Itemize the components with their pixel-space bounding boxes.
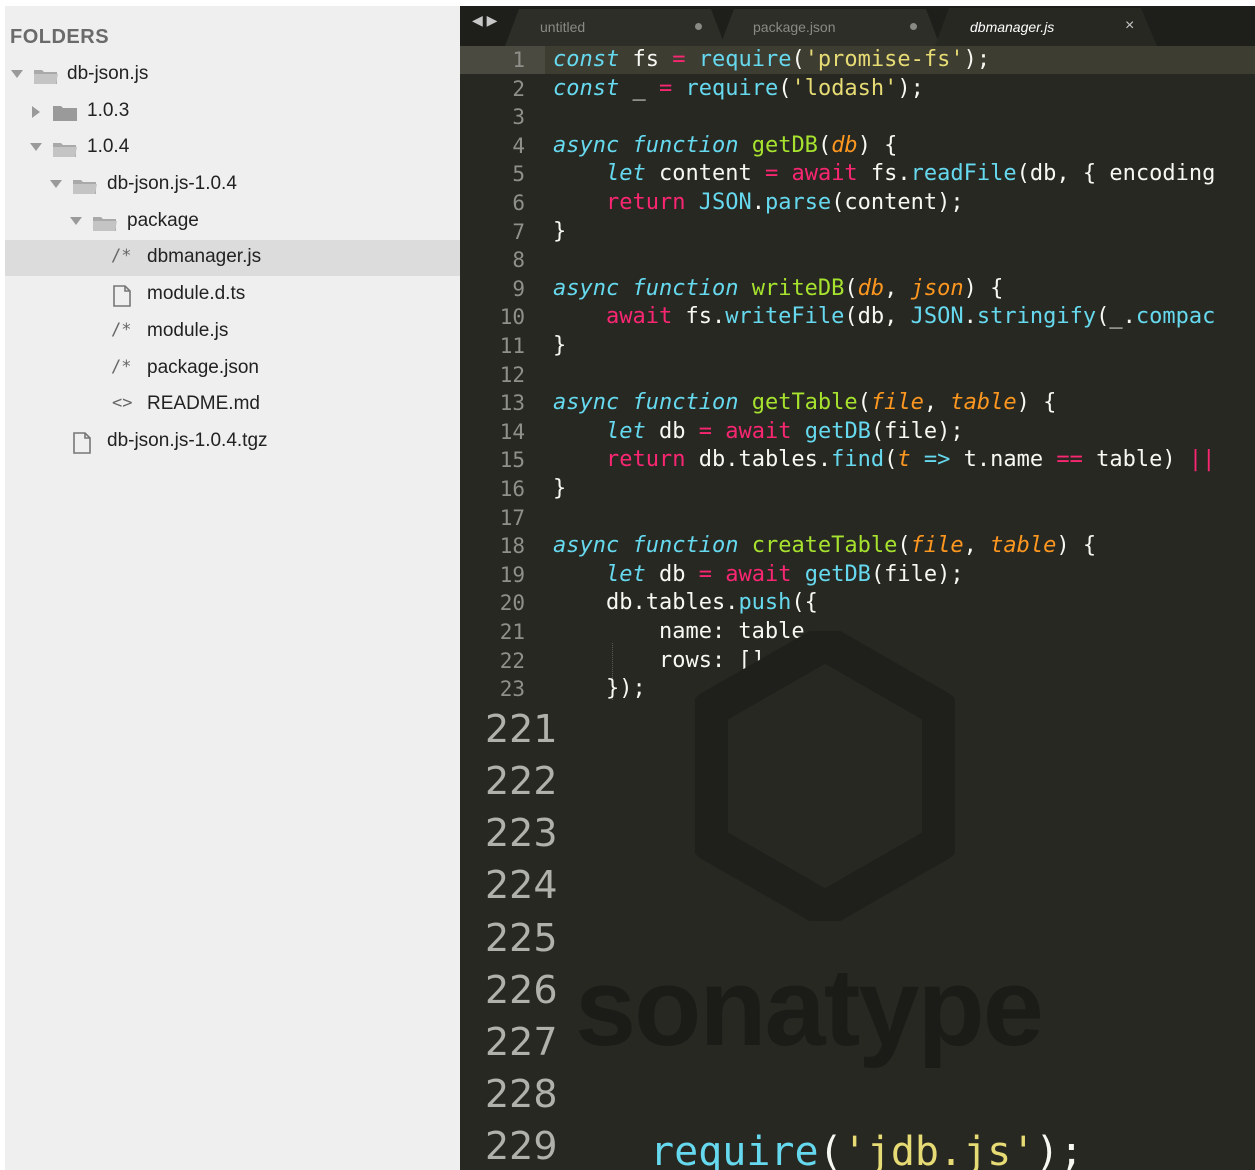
sidebar-title: FOLDERS (10, 26, 110, 48)
tab-label: dbmanager.js (970, 19, 1055, 35)
tree-item-db-json-1-0-4[interactable]: db-json.js-1.0.4 (5, 167, 460, 203)
code-line: 18 async function createTable(file, table… (499, 533, 1097, 559)
editor-pane[interactable]: ◀ ▶ untitled package.json dbmanager.js × (460, 6, 1255, 1170)
file-icon (73, 432, 91, 454)
code-line-large: 225 (485, 916, 558, 960)
code-line: 8 (512, 248, 525, 273)
comment-glyph-icon: /* (111, 357, 132, 377)
tree-item-1-0-3[interactable]: 1.0.3 (5, 94, 460, 130)
tree-item-label: module.d.ts (147, 283, 246, 304)
code-line: 6 return JSON.parse(content); (512, 190, 964, 215)
tab-label: package.json (753, 19, 836, 35)
tab-dbmanager[interactable]: dbmanager.js × (935, 6, 1175, 46)
code-line-large: 221 (485, 707, 558, 751)
tree-item-label: 1.0.3 (87, 100, 130, 121)
code-line: 3 (512, 105, 525, 130)
code-line: 19 let db = await getDB(file); (499, 561, 964, 587)
tree-item-label: db-json.js (67, 63, 149, 84)
code-area[interactable]: 1 const fs = require('promise-fs'); 2 cons… (460, 46, 1255, 1170)
tree-item-module-d-ts[interactable]: module.d.ts (5, 277, 460, 313)
expand-arrow-icon[interactable] (30, 143, 42, 151)
tree-item-db-json[interactable]: db-json.js (5, 57, 460, 93)
tab-untitled[interactable]: untitled (505, 6, 745, 46)
code-line: 9 async function writeDB(db, json) { (512, 275, 1004, 301)
require-statement: require('jdb.js'); (650, 1129, 1084, 1170)
code-line-large: 224 (485, 863, 558, 907)
tree-item-label: db-json.js-1.0.4.tgz (107, 430, 268, 451)
folder-open-icon (73, 180, 97, 194)
code-line: 13 async function getTable(file, table) { (499, 390, 1057, 416)
code-line-large: 222 (485, 759, 558, 803)
code-line-large: 226 (485, 968, 558, 1012)
close-tab-icon[interactable]: × (1125, 17, 1134, 35)
code-line-large: 223 (485, 811, 558, 855)
code-line: 11} (499, 333, 567, 358)
tab-nav-arrows-icon[interactable]: ◀ ▶ (472, 12, 497, 29)
code-line: 4 async function getDB(db) { (512, 132, 898, 158)
tree-item-label: package.json (147, 357, 259, 378)
code-line: 12 (499, 362, 525, 387)
tree-item-tgz[interactable]: db-json.js-1.0.4.tgz (5, 424, 460, 460)
expand-arrow-icon[interactable] (50, 180, 62, 188)
tree-item-package-json[interactable]: /* package.json (5, 351, 460, 387)
tree-item-package[interactable]: package (5, 204, 460, 240)
comment-glyph-icon: /* (111, 320, 132, 340)
tree-item-label: module.js (147, 320, 229, 341)
folder-closed-icon (53, 106, 77, 121)
comment-glyph-icon: /* (111, 246, 132, 266)
tree-item-label: 1.0.4 (87, 136, 130, 157)
tab-package-json[interactable]: package.json (720, 6, 960, 46)
tree-item-label: README.md (147, 393, 260, 414)
code-line: 7} (512, 218, 567, 244)
file-icon (113, 285, 131, 307)
tree-item-1-0-4[interactable]: 1.0.4 (5, 130, 460, 166)
code-line: 1 const fs = require('promise-fs'); (512, 47, 991, 72)
tab-label: untitled (540, 19, 586, 35)
sidebar: FOLDERS db-json.js 1.0.3 1.0.4 db-json.j… (5, 6, 460, 1170)
code-line: 2 const _ = require('lodash'); (512, 75, 924, 101)
tree-item-dbmanager[interactable]: /* dbmanager.js (5, 240, 460, 276)
collapse-arrow-icon[interactable] (32, 106, 40, 118)
folder-open-icon (93, 217, 117, 231)
code-line: 16} (499, 476, 567, 501)
modified-dot-icon (910, 23, 917, 30)
modified-dot-icon (695, 23, 702, 30)
tree-item-label: dbmanager.js (147, 246, 262, 267)
code-line: 5 let content = await fs.readFile(db, { … (512, 161, 1216, 187)
code-line: 14 let db = await getDB(file); (499, 418, 964, 444)
expand-arrow-icon[interactable] (11, 70, 23, 78)
code-line-large: 228 (485, 1072, 558, 1116)
expand-arrow-icon[interactable] (70, 217, 82, 225)
code-line: 15 return db.tables.find(t => t.name == … (499, 447, 1216, 473)
tab-bar: ◀ ▶ untitled package.json dbmanager.js × (460, 6, 1255, 46)
code-line: 17 (499, 505, 525, 530)
code-line: 20 db.tables.push({ (499, 590, 818, 616)
tree-item-label: package (127, 210, 199, 231)
tree-item-module-js[interactable]: /* module.js (5, 314, 460, 350)
code-line: 10 await fs.writeFile(db, JSON.stringify… (499, 304, 1216, 330)
markup-glyph-icon: <> (112, 393, 133, 413)
folder-open-icon (34, 70, 58, 84)
app-window: FOLDERS db-json.js 1.0.3 1.0.4 db-json.j… (5, 6, 1255, 1170)
folder-open-icon (53, 143, 77, 157)
code-line-large: 229 require('jdb.js'); (460, 1120, 1255, 1170)
tree-item-readme[interactable]: <> README.md (5, 387, 460, 423)
code-line-large: 227 (485, 1020, 558, 1064)
tree-item-label: db-json.js-1.0.4 (107, 173, 237, 194)
